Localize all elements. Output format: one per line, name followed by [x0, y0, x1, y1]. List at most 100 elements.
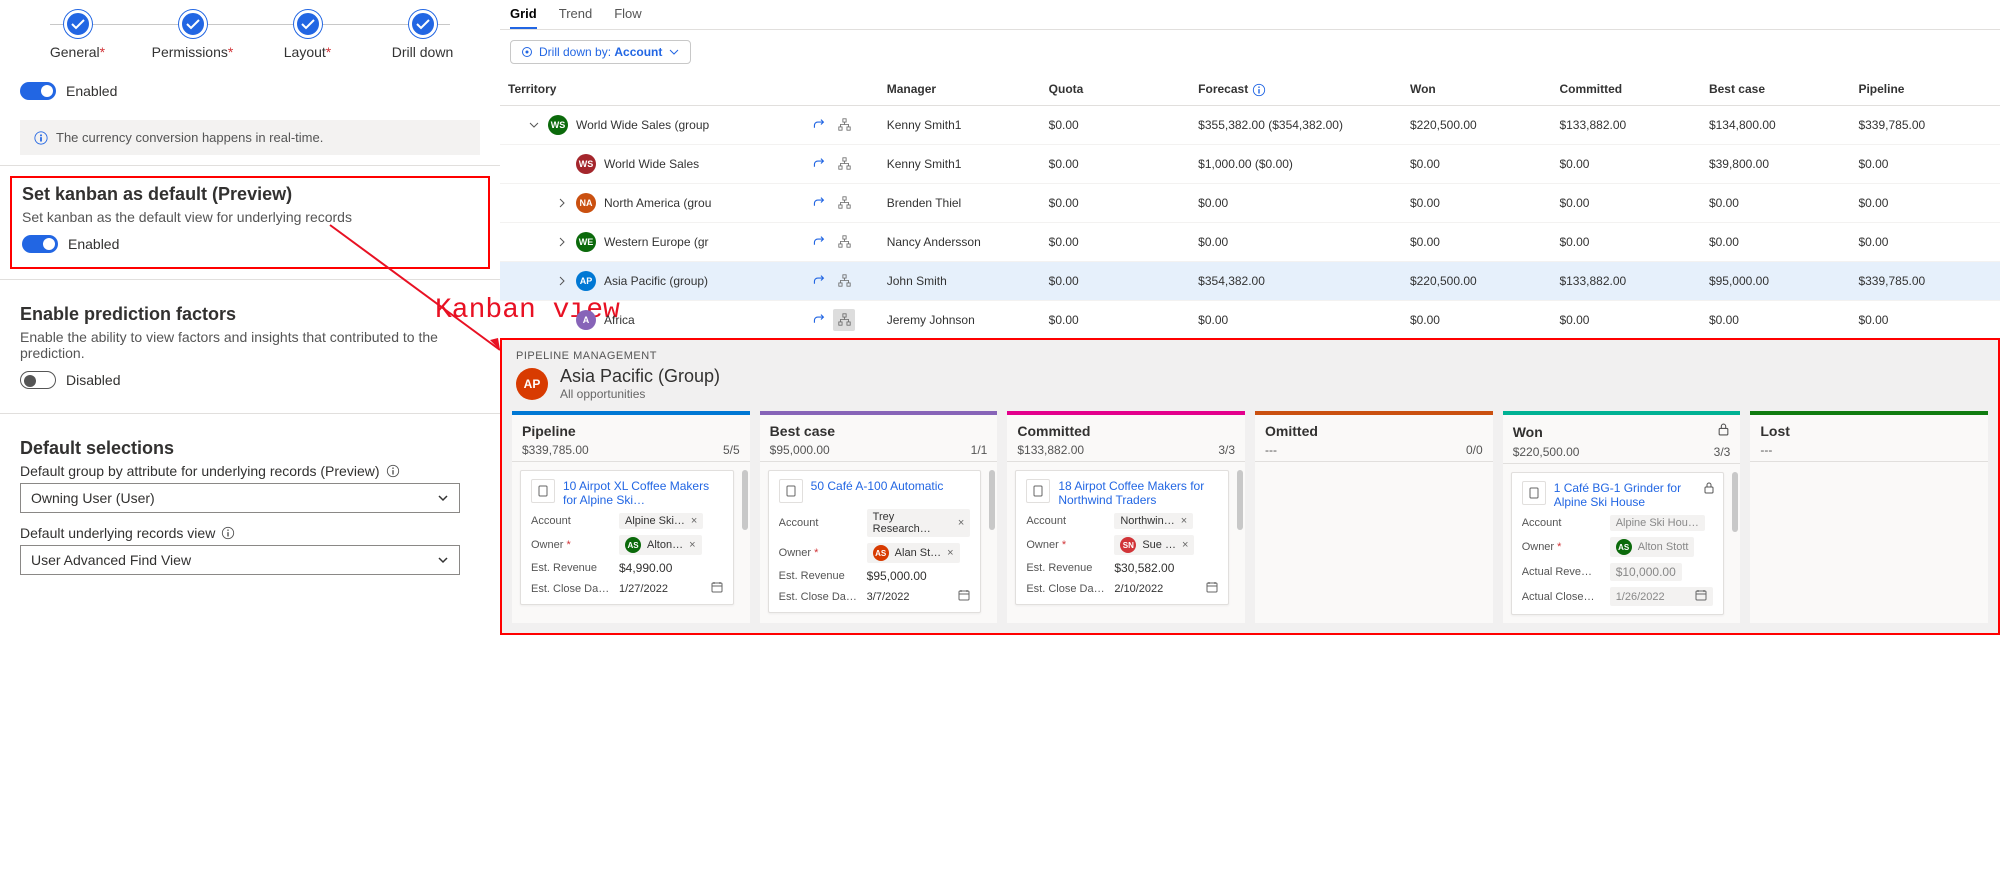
kanban-column: Won $220,500.003/3 1 Café BG-1 Grinder f…	[1503, 411, 1741, 623]
tabs: Grid Trend Flow	[500, 0, 2000, 30]
hierarchy-icon[interactable]	[833, 192, 855, 214]
forecast-grid-pane: Grid Trend Flow Drill down by: Account T…	[500, 0, 2000, 379]
currency-toggle-label: Enabled	[66, 83, 117, 99]
hierarchy-icon[interactable]	[833, 309, 855, 331]
kanban-toggle-label: Enabled	[68, 236, 119, 252]
prediction-toggle-label: Disabled	[66, 372, 120, 388]
group-by-select[interactable]: Owning User (User)	[20, 483, 460, 513]
kanban-card[interactable]: 50 Café A-100 Automatic AccountTrey Rese…	[768, 470, 982, 613]
info-icon	[1252, 83, 1266, 97]
table-row[interactable]: AP Asia Pacific (group) John Smith$0.00$…	[500, 261, 2000, 300]
hierarchy-icon[interactable]	[833, 231, 855, 253]
prediction-subtitle: Enable the ability to view factors and i…	[20, 329, 480, 361]
kanban-toggle[interactable]	[22, 235, 58, 253]
group-by-label: Default group by attribute for underlyin…	[20, 463, 480, 479]
step-drilldown[interactable]: Drill down	[365, 10, 480, 60]
kanban-avatar: AP	[516, 368, 548, 400]
remove-chip-icon[interactable]: ×	[947, 547, 953, 559]
calendar-icon[interactable]	[958, 589, 970, 604]
remove-chip-icon[interactable]: ×	[958, 517, 964, 529]
col-quota[interactable]: Quota	[1041, 74, 1191, 105]
info-icon[interactable]	[221, 526, 235, 540]
owner-chip[interactable]: ASAlton…×	[619, 535, 702, 555]
stepper: General* Permissions* Layout* Drill down	[0, 0, 500, 60]
account-chip[interactable]: Alpine Ski…×	[619, 513, 703, 529]
prediction-toggle[interactable]	[20, 371, 56, 389]
open-record-icon[interactable]	[807, 192, 829, 214]
col-pipeline[interactable]: Pipeline	[1850, 74, 2000, 105]
record-icon	[1026, 479, 1050, 503]
info-icon	[34, 131, 48, 145]
lock-icon	[1703, 481, 1715, 499]
scrollbar[interactable]	[742, 470, 748, 530]
calendar-icon[interactable]	[711, 581, 723, 596]
owner-chip[interactable]: SNSue …×	[1114, 535, 1194, 555]
kanban-column: Pipeline $339,785.005/5 10 Airpot XL Cof…	[512, 411, 750, 623]
forecast-table: Territory Manager Quota Forecast Won Com…	[500, 74, 2000, 379]
tab-trend[interactable]: Trend	[559, 6, 592, 29]
currency-info-bar: The currency conversion happens in real-…	[20, 120, 480, 155]
record-icon	[531, 479, 555, 503]
kanban-title: Asia Pacific (Group)	[560, 366, 720, 387]
kanban-card[interactable]: 10 Airpot XL Coffee Makers for Alpine Sk…	[520, 470, 734, 605]
kanban-card[interactable]: 18 Airpot Coffee Makers for Northwind Tr…	[1015, 470, 1229, 605]
table-row[interactable]: NA North America (grou Brenden Thiel$0.0…	[500, 183, 2000, 222]
kanban-subtitle: Set kanban as the default view for under…	[22, 209, 478, 225]
col-won[interactable]: Won	[1402, 74, 1552, 105]
kanban-card[interactable]: 1 Café BG-1 Grinder for Alpine Ski House…	[1511, 472, 1725, 615]
kanban-column: Omitted ---0/0	[1255, 411, 1493, 623]
chevron-down-icon	[668, 46, 680, 58]
open-record-icon[interactable]	[807, 114, 829, 136]
step-layout[interactable]: Layout*	[250, 10, 365, 60]
hierarchy-icon[interactable]	[833, 114, 855, 136]
kanban-pane: PIPELINE MANAGEMENT AP Asia Pacific (Gro…	[500, 338, 2000, 635]
tab-flow[interactable]: Flow	[614, 6, 641, 29]
chevron-down-icon	[437, 492, 449, 504]
info-icon[interactable]	[386, 464, 400, 478]
table-row[interactable]: WS World Wide Sales (group Kenny Smith1$…	[500, 105, 2000, 144]
prediction-title: Enable prediction factors	[20, 304, 480, 325]
drill-down-pill[interactable]: Drill down by: Account	[510, 40, 691, 64]
table-row[interactable]: WE Western Europe (gr Nancy Andersson$0.…	[500, 222, 2000, 261]
drill-icon	[521, 46, 533, 58]
calendar-icon	[1695, 589, 1707, 604]
col-forecast[interactable]: Forecast	[1190, 74, 1402, 105]
account-chip[interactable]: Northwin…×	[1114, 513, 1193, 529]
step-general[interactable]: General*	[20, 10, 135, 60]
account-chip: Alpine Ski Hou…	[1610, 515, 1705, 531]
remove-chip-icon[interactable]: ×	[689, 539, 695, 551]
scrollbar[interactable]	[989, 470, 995, 530]
table-row[interactable]: A Africa Jeremy Johnson$0.00$0.00 $0.00$…	[500, 300, 2000, 339]
tab-grid[interactable]: Grid	[510, 6, 537, 29]
record-icon	[779, 479, 803, 503]
kanban-header: PIPELINE MANAGEMENT	[502, 340, 1998, 364]
remove-chip-icon[interactable]: ×	[1182, 539, 1188, 551]
records-view-select[interactable]: User Advanced Find View	[20, 545, 460, 575]
calendar-icon[interactable]	[1206, 581, 1218, 596]
remove-chip-icon[interactable]: ×	[691, 515, 697, 527]
owner-chip: ASAlton Stott	[1610, 537, 1695, 557]
kanban-default-section: Set kanban as default (Preview) Set kanb…	[10, 176, 490, 269]
open-record-icon[interactable]	[807, 153, 829, 175]
col-manager[interactable]: Manager	[879, 74, 1041, 105]
kanban-title: Set kanban as default (Preview)	[22, 184, 478, 205]
col-territory[interactable]: Territory	[500, 74, 799, 105]
kanban-column: Committed $133,882.003/3 18 Airpot Coffe…	[1007, 411, 1245, 623]
kanban-subtitle: All opportunities	[560, 387, 720, 401]
open-record-icon[interactable]	[807, 270, 829, 292]
hierarchy-icon[interactable]	[833, 270, 855, 292]
account-chip[interactable]: Trey Research…×	[867, 509, 971, 537]
scrollbar[interactable]	[1732, 472, 1738, 532]
table-row[interactable]: WS World Wide Sales Kenny Smith1$0.00$1,…	[500, 144, 2000, 183]
open-record-icon[interactable]	[807, 231, 829, 253]
hierarchy-icon[interactable]	[833, 153, 855, 175]
owner-chip[interactable]: ASAlan St…×	[867, 543, 960, 563]
currency-toggle[interactable]	[20, 82, 56, 100]
col-bestcase[interactable]: Best case	[1701, 74, 1851, 105]
col-committed[interactable]: Committed	[1551, 74, 1701, 105]
step-permissions[interactable]: Permissions*	[135, 10, 250, 60]
remove-chip-icon[interactable]: ×	[1181, 515, 1187, 527]
scrollbar[interactable]	[1237, 470, 1243, 530]
open-record-icon[interactable]	[807, 309, 829, 331]
defaults-title: Default selections	[20, 438, 480, 459]
